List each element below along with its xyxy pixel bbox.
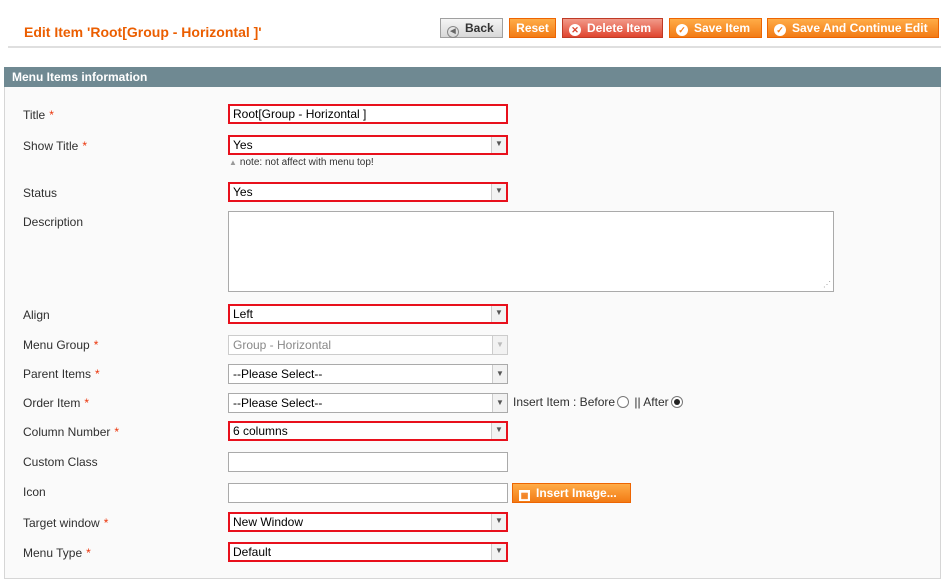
insert-image-button[interactable]: ▦ Insert Image... [512,483,631,503]
back-button[interactable]: ◀ Back [440,18,503,38]
save-item-button[interactable]: ✓ Save Item [669,18,762,38]
column-number-label-text: Column Number [23,425,111,439]
page-title: Edit Item 'Root[Group - Horizontal ]' [24,24,262,40]
target-window-label-text: Target window [23,516,100,530]
delete-item-button[interactable]: ✕ Delete Item [562,18,663,38]
insert-item-label: Insert Item : Before [513,395,616,409]
parent-items-value: --Please Select-- [233,367,323,381]
page-header: Edit Item 'Root[Group - Horizontal ]' ◀ B… [0,0,941,48]
required-marker: * [82,139,88,153]
menu-type-value: Default [233,545,272,559]
required-marker: * [49,108,54,122]
status-label: Status [23,186,58,200]
reset-button[interactable]: Reset [509,18,556,38]
description-label: Description [23,215,84,229]
back-button-label: Back [465,21,494,35]
parent-items-label: Parent Items * [23,367,100,381]
save-and-continue-button[interactable]: ✓ Save And Continue Edit [767,18,939,38]
insert-position-group: Insert Item : Before || After [513,395,685,409]
menu-group-label-text: Menu Group [23,338,90,352]
align-select[interactable]: Left ▼ [228,304,508,324]
order-item-value: --Please Select-- [233,396,323,410]
menu-type-select[interactable]: Default ▼ [228,542,508,562]
check-icon: ✓ [676,24,688,36]
title-label-text: Title [23,108,46,122]
title-label: Title * [23,108,54,122]
align-label: Align [23,308,50,322]
target-window-label: Target window * [23,516,108,530]
delete-button-label: Delete Item [587,21,652,35]
before-radio[interactable] [617,396,630,408]
show-title-label-text: Show Title [23,139,79,153]
chevron-down-icon: ▼ [492,394,507,412]
after-label: || After [634,395,669,409]
show-title-select[interactable]: Yes ▼ [228,135,508,155]
required-marker: * [103,516,109,530]
note-triangle-icon: ▲ [229,158,237,167]
menu-items-fieldset [4,87,941,579]
reset-button-label: Reset [516,21,549,35]
chevron-down-icon: ▼ [491,184,506,200]
column-number-value: 6 columns [233,424,288,438]
target-window-select[interactable]: New Window ▼ [228,512,508,532]
show-title-label: Show Title * [23,139,87,153]
menu-type-label: Menu Type * [23,546,91,560]
chevron-down-icon: ▼ [492,365,507,383]
chevron-down-icon: ▼ [491,306,506,322]
custom-class-label: Custom Class [23,455,98,469]
required-marker: * [93,338,99,352]
chevron-down-icon: ▼ [491,544,506,560]
section-header: Menu Items information [4,67,941,87]
parent-items-label-text: Parent Items [23,367,92,381]
header-divider [8,46,941,48]
icon-label: Icon [23,485,46,499]
order-item-label-text: Order Item [23,396,81,410]
order-item-label: Order Item * [23,396,89,410]
parent-items-select[interactable]: --Please Select-- ▼ [228,364,508,384]
menu-group-select: Group - Horizontal ▼ [228,335,508,355]
required-marker: * [86,546,91,560]
status-select[interactable]: Yes ▼ [228,182,508,202]
description-textarea[interactable]: ⋰ [228,211,834,292]
custom-class-input[interactable] [228,452,508,472]
show-title-note: ▲ note: not affect with menu top! [229,157,374,168]
show-title-value: Yes [233,138,253,152]
column-number-label: Column Number * [23,425,119,439]
chevron-down-icon: ▼ [491,137,506,153]
delete-icon: ✕ [569,24,581,36]
save-button-label: Save Item [694,21,751,35]
required-marker: * [95,367,100,381]
title-input[interactable]: Root[Group - Horizontal ] [228,104,508,124]
order-item-select[interactable]: --Please Select-- ▼ [228,393,508,413]
chevron-down-icon: ▼ [492,336,507,354]
after-radio[interactable] [670,396,683,408]
required-marker: * [114,425,120,439]
icon-input[interactable] [228,483,508,503]
save-continue-button-label: Save And Continue Edit [792,21,928,35]
status-value: Yes [233,185,253,199]
note-text: note: not affect with menu top! [239,157,374,168]
chevron-down-icon: ▼ [491,423,506,439]
insert-image-label: Insert Image... [536,486,617,500]
menu-group-label: Menu Group * [23,338,98,352]
menu-group-value: Group - Horizontal [233,338,332,352]
required-marker: * [84,396,90,410]
resize-grip-icon[interactable]: ⋰ [823,280,831,289]
align-value: Left [233,307,254,321]
target-window-value: New Window [233,515,304,529]
check-icon: ✓ [774,24,786,36]
back-arrow-icon: ◀ [447,26,459,38]
chevron-down-icon: ▼ [491,514,506,530]
menu-type-label-text: Menu Type [23,546,83,560]
image-icon: ▦ [519,490,530,501]
column-number-select[interactable]: 6 columns ▼ [228,421,508,441]
